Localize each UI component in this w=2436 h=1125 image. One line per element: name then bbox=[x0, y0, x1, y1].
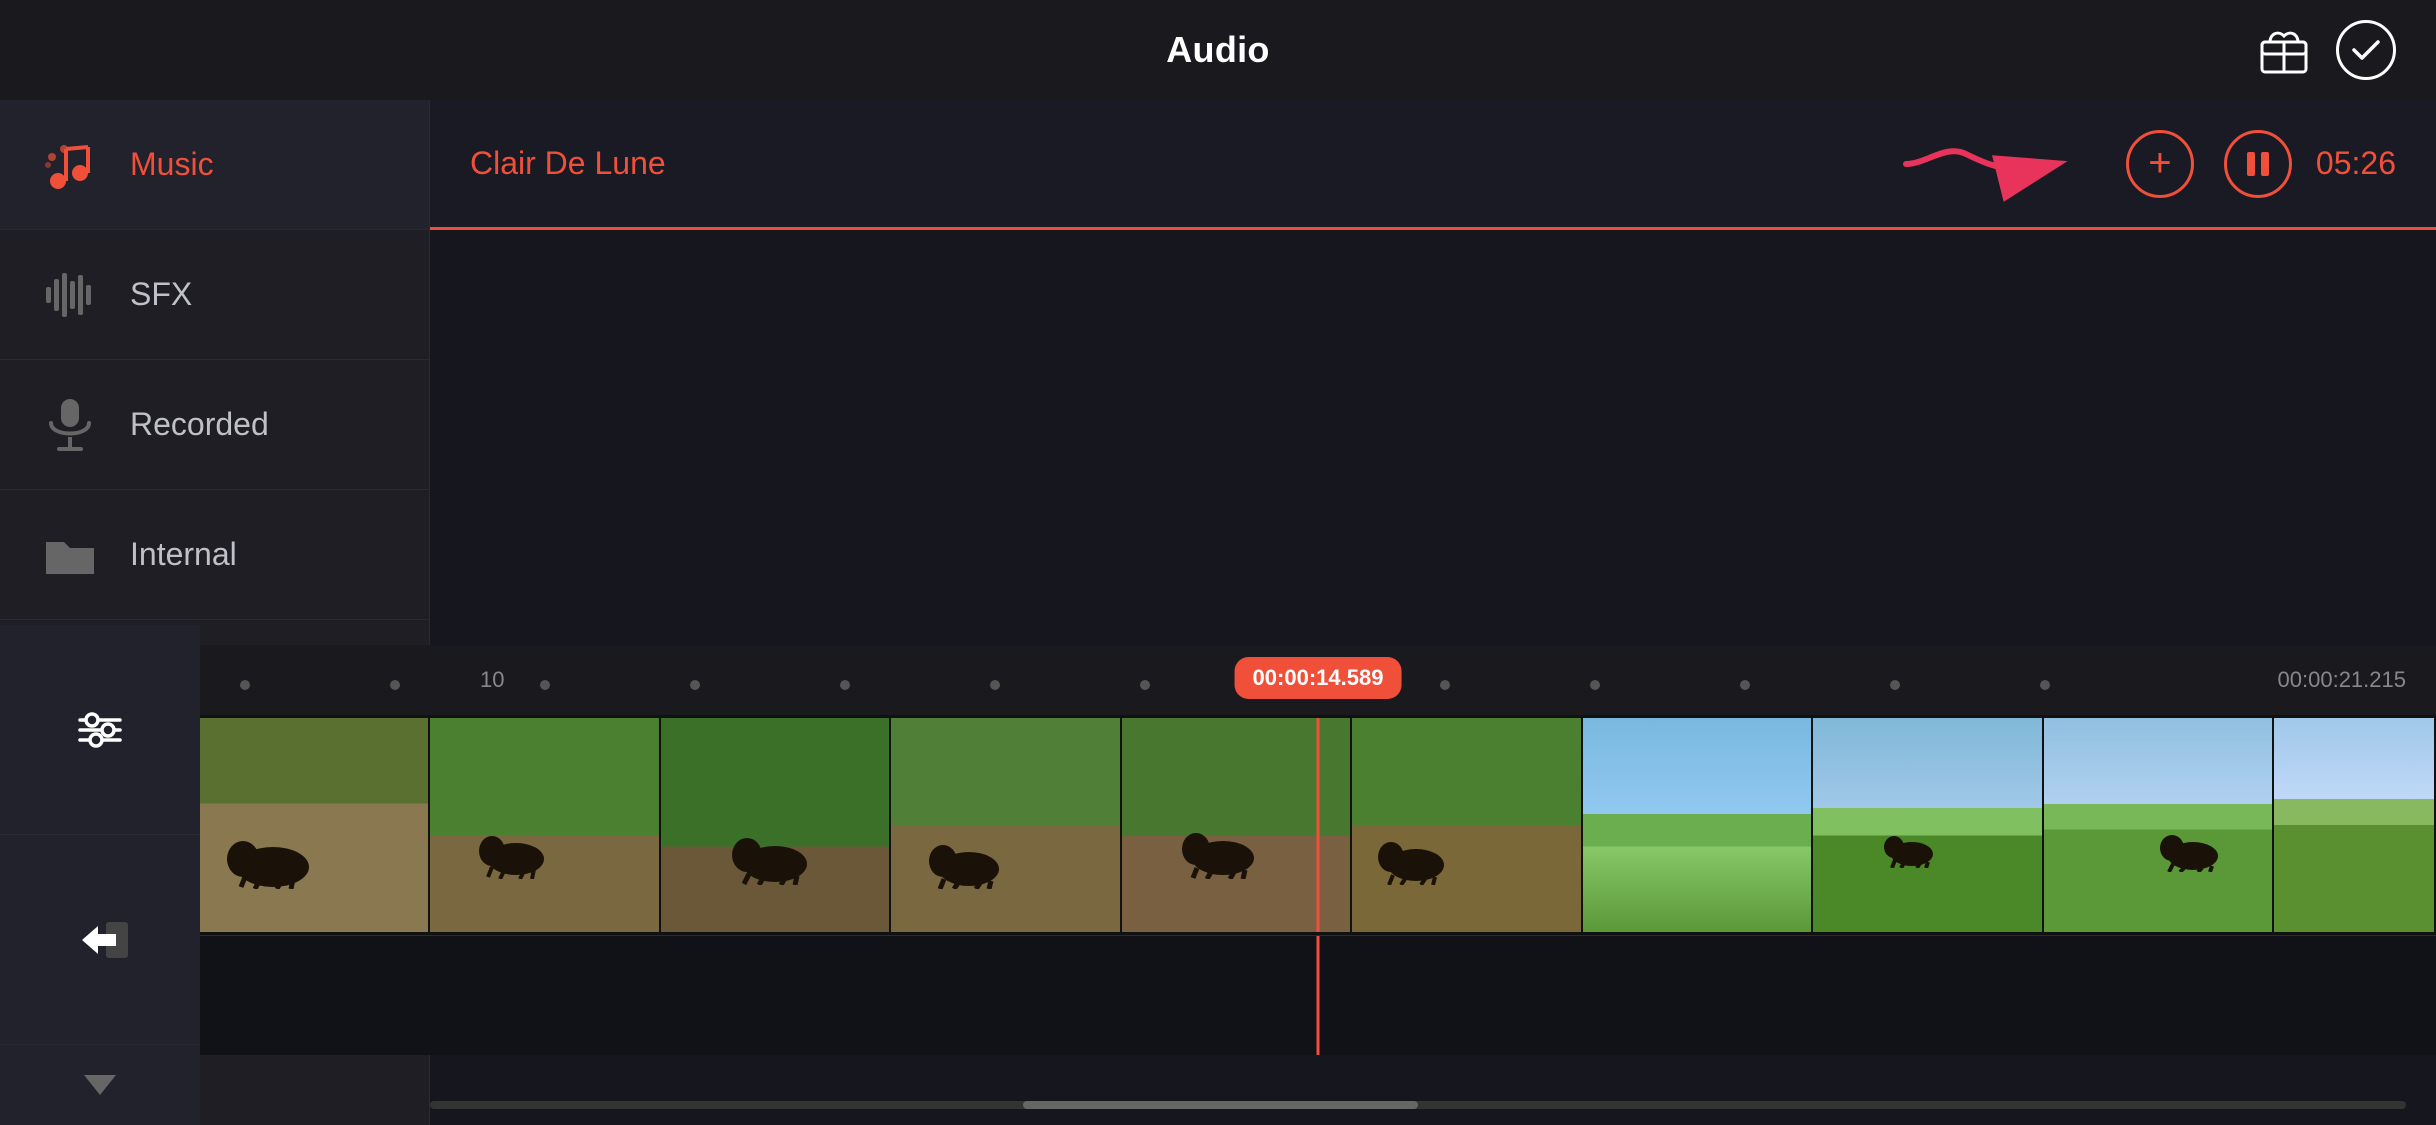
indicator bbox=[0, 1045, 200, 1125]
store-button[interactable] bbox=[2256, 22, 2312, 78]
ruler-dot bbox=[840, 680, 850, 690]
playhead bbox=[1317, 718, 1320, 932]
ruler-dot bbox=[1740, 680, 1750, 690]
sidebar-item-sfx[interactable]: SFX bbox=[0, 230, 429, 360]
video-frame-7 bbox=[1583, 718, 1813, 932]
ruler-dot bbox=[1590, 680, 1600, 690]
ruler-dot bbox=[540, 680, 550, 690]
video-frame-9 bbox=[2044, 718, 2274, 932]
video-frame-3 bbox=[661, 718, 891, 932]
ruler-dot bbox=[1890, 680, 1900, 690]
duration-display: 05:26 bbox=[2316, 145, 2396, 182]
header: Audio bbox=[0, 0, 2436, 100]
music-row: Clair De Lune + bbox=[430, 100, 2436, 230]
ruler-dot bbox=[990, 680, 1000, 690]
pause-button[interactable] bbox=[2224, 130, 2292, 198]
ruler-dot bbox=[2040, 680, 2050, 690]
sidebar-item-internal[interactable]: Internal bbox=[0, 490, 429, 620]
empty-track-row bbox=[200, 935, 2436, 1055]
add-button[interactable]: + bbox=[2126, 130, 2194, 198]
ruler-dot bbox=[240, 680, 250, 690]
timeline-ruler: 10 00:00:14.589 00:00:21.215 bbox=[200, 645, 2436, 715]
scrollbar[interactable] bbox=[400, 1095, 2436, 1115]
timeline-content: 10 00:00:14.589 00:00:21.215 bbox=[200, 645, 2436, 1125]
mic-icon bbox=[40, 395, 100, 455]
arrow-indicator bbox=[1886, 124, 2106, 204]
music-icon bbox=[40, 135, 100, 195]
adjust-button[interactable] bbox=[0, 625, 200, 835]
current-time-badge: 00:00:14.589 bbox=[1235, 657, 1402, 699]
selected-track-title: Clair De Lune bbox=[470, 145, 1886, 182]
page-title: Audio bbox=[1166, 29, 1269, 71]
sidebar-item-recorded-label: Recorded bbox=[130, 406, 269, 443]
timeline-section: 10 00:00:14.589 00:00:21.215 bbox=[0, 645, 2436, 1125]
video-frame-8 bbox=[1813, 718, 2043, 932]
sidebar-item-internal-label: Internal bbox=[130, 536, 237, 573]
end-time-label: 00:00:21.215 bbox=[2278, 667, 2406, 693]
video-frame-4 bbox=[891, 718, 1121, 932]
ruler-dot bbox=[690, 680, 700, 690]
ruler-dot bbox=[1440, 680, 1450, 690]
ruler-dot bbox=[390, 680, 400, 690]
export-button[interactable] bbox=[0, 835, 200, 1045]
scrollbar-track bbox=[430, 1101, 2406, 1109]
header-actions bbox=[2256, 20, 2396, 80]
sidebar-item-music[interactable]: Music bbox=[0, 100, 429, 230]
ruler-label-10: 10 bbox=[480, 667, 504, 693]
video-frame-2 bbox=[430, 718, 660, 932]
video-frame-1 bbox=[200, 718, 430, 932]
sfx-icon bbox=[40, 265, 100, 325]
scrollbar-thumb bbox=[1023, 1101, 1418, 1109]
sidebar-item-recorded[interactable]: Recorded bbox=[0, 360, 429, 490]
sidebar-item-music-label: Music bbox=[130, 146, 214, 183]
video-frame-6 bbox=[1352, 718, 1582, 932]
ruler-dot bbox=[1140, 680, 1150, 690]
playhead-ext bbox=[1317, 936, 1320, 1055]
done-button[interactable] bbox=[2336, 20, 2396, 80]
video-strip bbox=[200, 715, 2436, 935]
sidebar-item-sfx-label: SFX bbox=[130, 276, 192, 313]
left-tools bbox=[0, 625, 200, 1125]
folder-icon bbox=[40, 525, 100, 585]
video-frame-10 bbox=[2274, 718, 2436, 932]
